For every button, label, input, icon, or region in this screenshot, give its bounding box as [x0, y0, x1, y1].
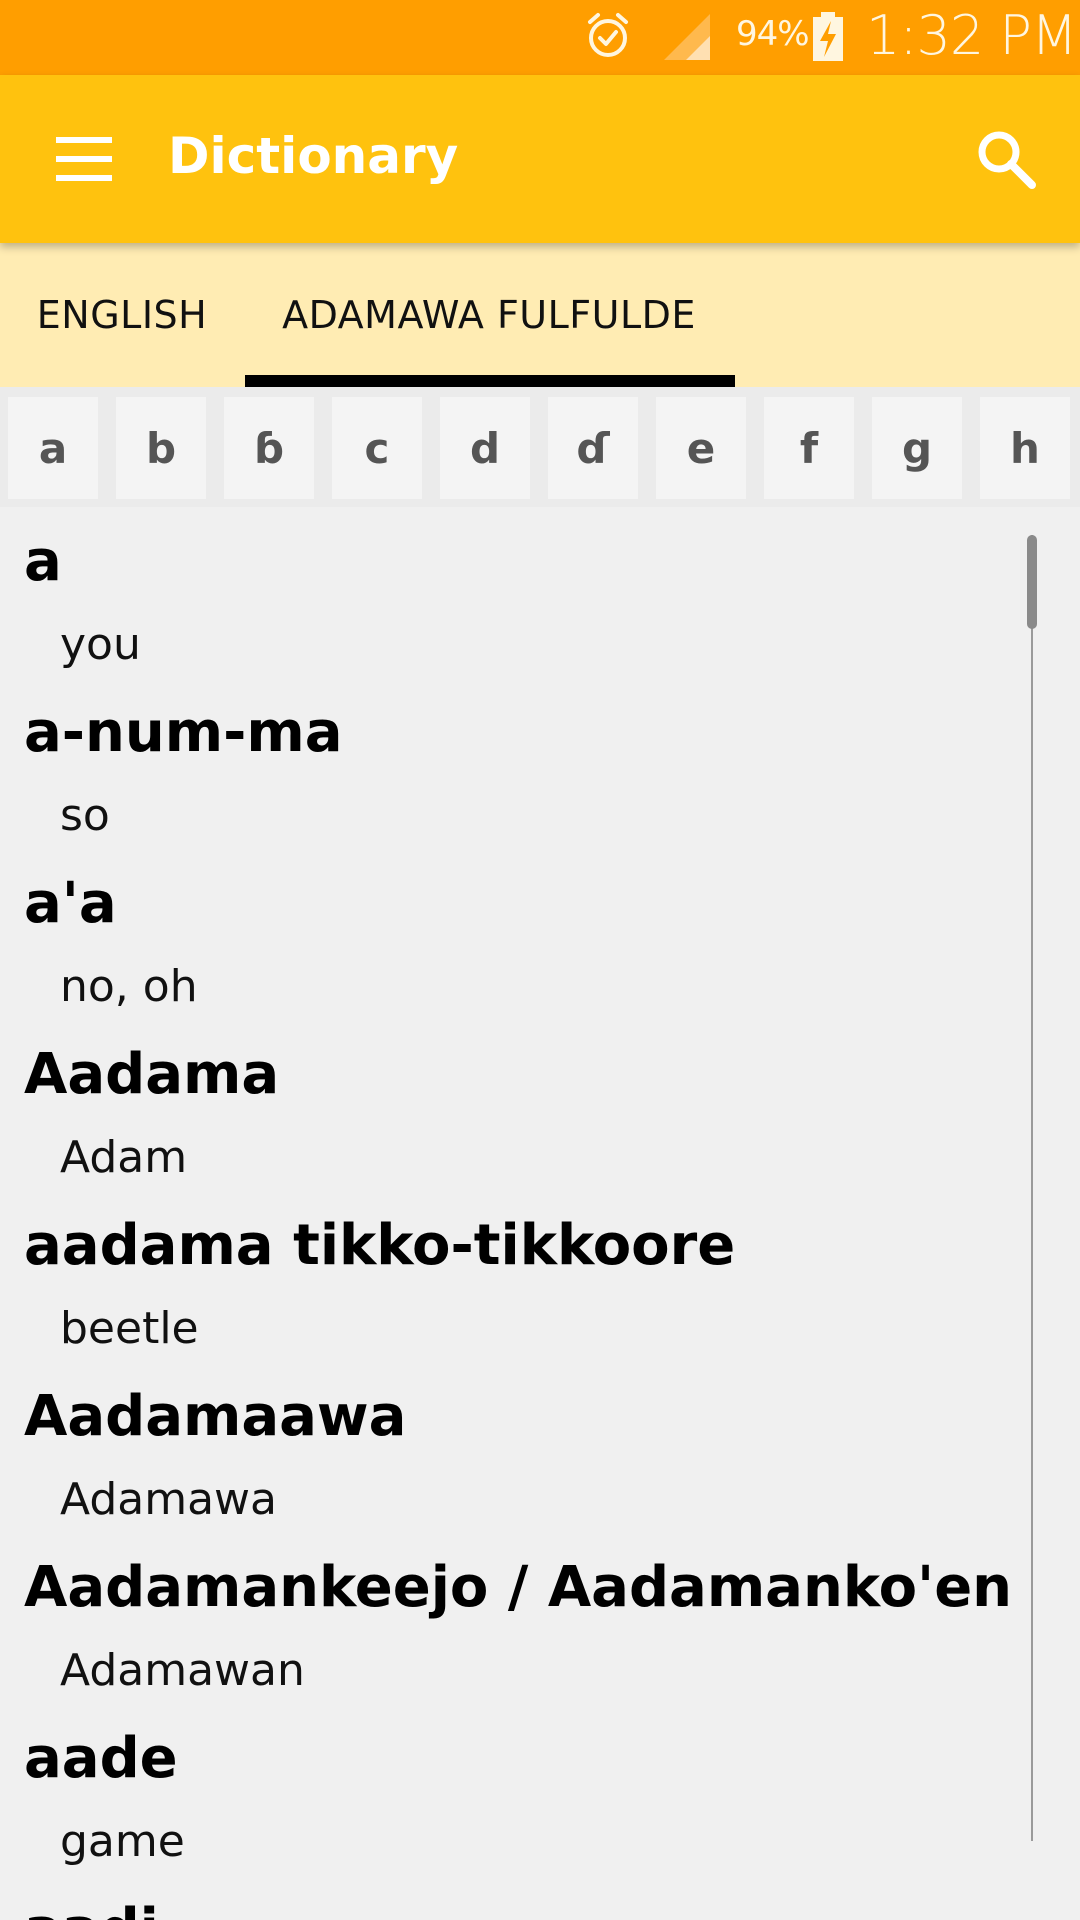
entry-word: a	[24, 529, 62, 594]
status-clock: 1:32 PM	[866, 4, 1078, 67]
letter-button[interactable]: c	[332, 397, 422, 499]
app-title: Dictionary	[168, 127, 459, 185]
letter-button[interactable]: b	[116, 397, 206, 499]
entry-definition: you	[60, 619, 141, 670]
scrollbar-thumb[interactable]	[1027, 535, 1037, 629]
menu-button[interactable]	[44, 123, 124, 195]
entry-word: a-num-ma	[24, 700, 343, 765]
entry-word: aade	[24, 1726, 178, 1791]
entry-list: a you a-num-ma so a'a no, oh Aadama Adam…	[0, 507, 1080, 1920]
letter-button[interactable]: d	[440, 397, 530, 499]
battery-percent: 94%	[736, 14, 810, 54]
entry-definition: no, oh	[60, 961, 198, 1012]
app-root: 94% 1:32 PM Dictionary ENGLISH ADAMAWA F…	[0, 0, 1080, 1920]
letter-button[interactable]: ɓ	[224, 397, 314, 499]
status-bar: 94% 1:32 PM	[0, 0, 1080, 75]
tab-bar: ENGLISH ADAMAWA FULFULDE	[0, 243, 1080, 387]
entry-definition: game	[60, 1816, 185, 1867]
entry-definition: Adamawan	[60, 1645, 305, 1696]
entry-word: a'a	[24, 871, 117, 936]
letter-index: a b ɓ c d ɗ e f g h	[0, 387, 1080, 507]
entry-word: Aadamaawa	[24, 1384, 407, 1449]
entry-definition: Adamawa	[60, 1474, 277, 1525]
entry-definition: Adam	[60, 1132, 188, 1183]
alarm-icon	[588, 13, 628, 57]
signal-icon	[664, 14, 710, 60]
entry-word: Aadama	[24, 1042, 280, 1107]
entry-definition: so	[60, 790, 110, 841]
tab-adamawa-fulfulde[interactable]: ADAMAWA FULFULDE	[244, 243, 734, 387]
letter-button[interactable]: e	[656, 397, 746, 499]
entry-word: aadama tikko-tikkoore	[24, 1213, 736, 1278]
entry-word: Aadamankeejo / Aadamanko'en	[24, 1555, 1013, 1620]
entry-definition: beetle	[60, 1303, 199, 1354]
tab-english[interactable]: ENGLISH	[0, 243, 244, 387]
app-bar: Dictionary	[0, 75, 1080, 243]
tab-indicator	[245, 375, 735, 387]
letter-button[interactable]: ɗ	[548, 397, 638, 499]
letter-button[interactable]: h	[980, 397, 1070, 499]
letter-button[interactable]: f	[764, 397, 854, 499]
letter-button[interactable]: g	[872, 397, 962, 499]
letter-button[interactable]: a	[8, 397, 98, 499]
entry-word: aadi	[24, 1897, 159, 1920]
search-icon[interactable]	[970, 123, 1042, 195]
scrollbar-track[interactable]	[1031, 535, 1033, 1841]
battery-charging-icon	[813, 12, 843, 61]
